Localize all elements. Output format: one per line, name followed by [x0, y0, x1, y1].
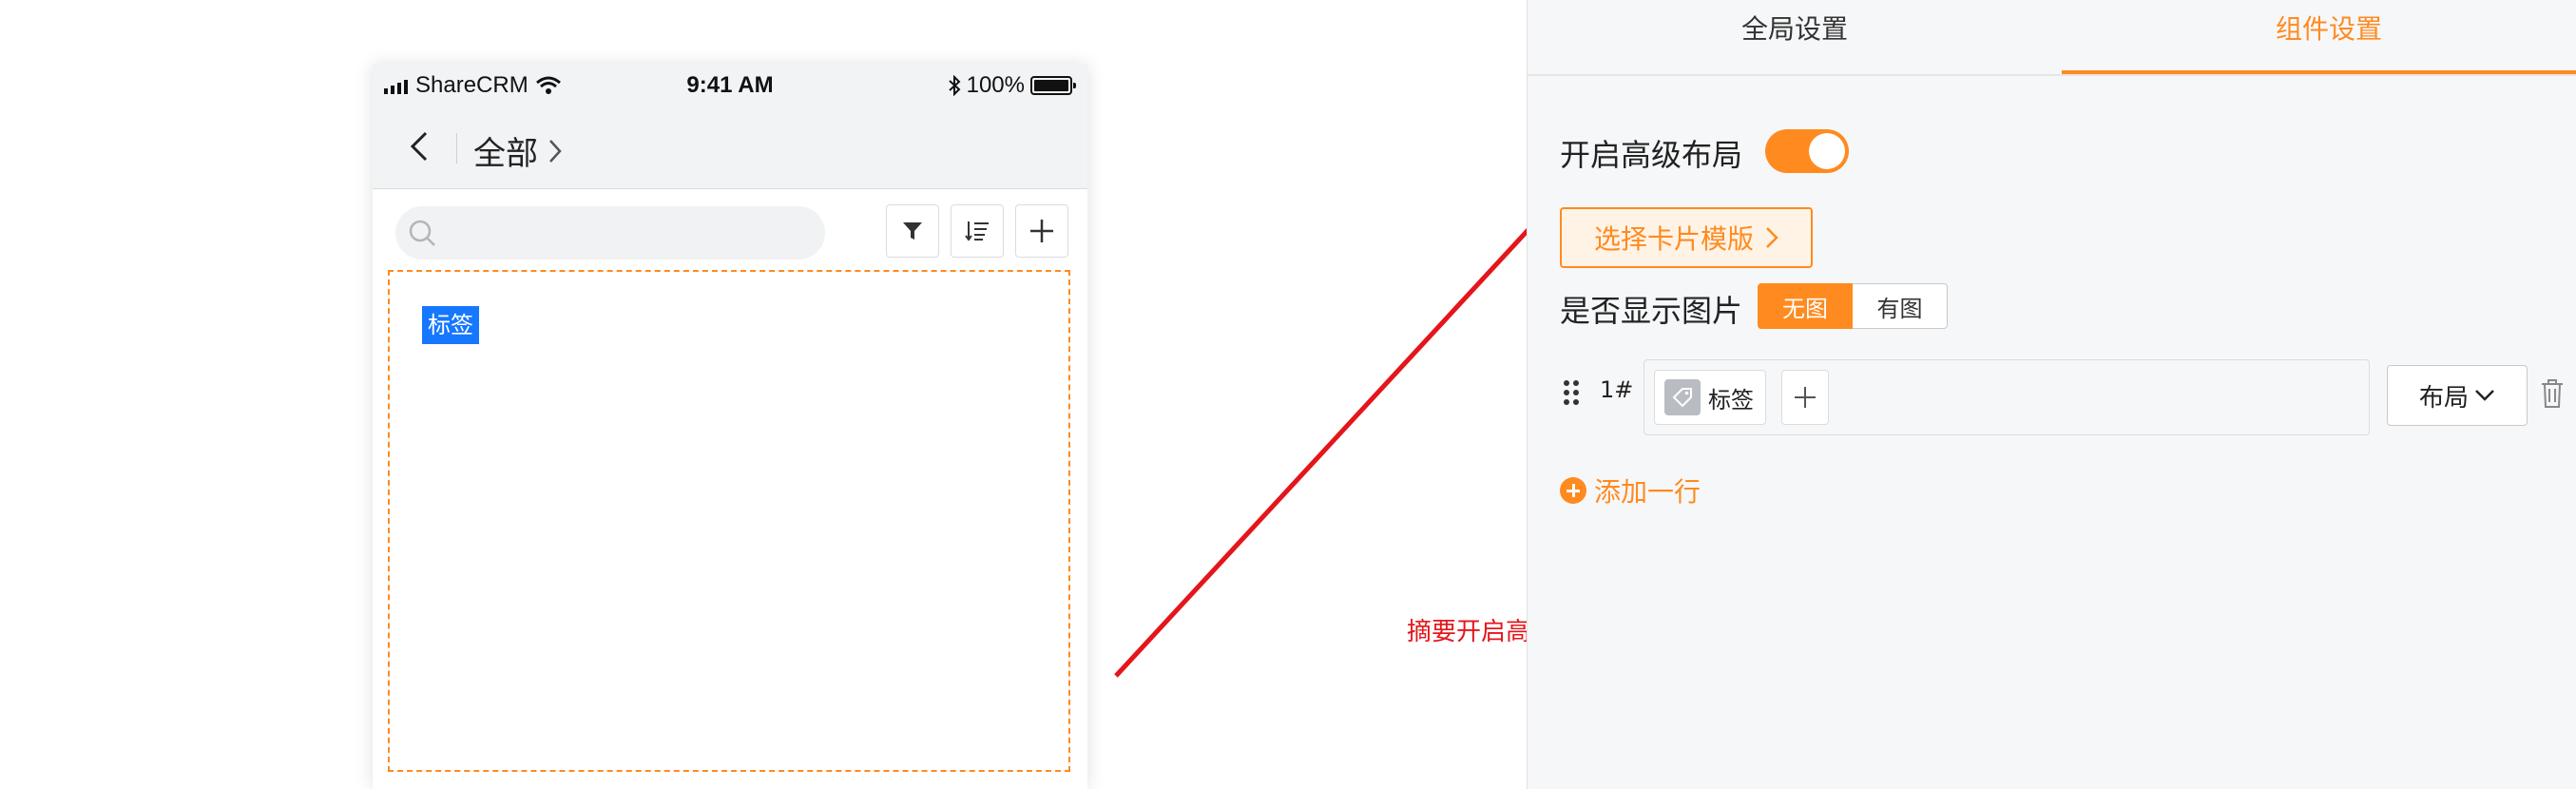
filter-button[interactable] — [886, 204, 939, 258]
sort-icon — [965, 221, 989, 241]
battery-percent: 100% — [966, 72, 1025, 98]
select-template-label: 选择卡片模版 — [1593, 223, 1754, 255]
show-image-toggle: 无图 有图 — [1758, 283, 1948, 329]
add-row-button[interactable]: 添加一行 — [1560, 471, 1701, 510]
tag-icon — [1664, 379, 1701, 415]
option-with-image[interactable]: 有图 — [1853, 283, 1948, 329]
battery-icon — [1030, 76, 1076, 95]
back-icon[interactable] — [401, 127, 439, 165]
field-chip-label: 标签 — [1708, 386, 1754, 414]
settings-panel: 全局设置 组件设置 开启高级布局 选择卡片模版 是否显示图片 无图 有图 1# … — [1527, 0, 2576, 789]
bluetooth-icon — [948, 75, 961, 96]
search-input[interactable] — [443, 214, 817, 254]
status-bar: ShareCRM 9:41 AM 100% — [373, 65, 1087, 106]
plus-icon — [1795, 387, 1816, 408]
row-number: 1# — [1600, 376, 1634, 403]
search-toolbar — [373, 189, 1087, 275]
card-preview-area[interactable]: 标签 — [388, 270, 1070, 772]
row-fields-container: 标签 — [1644, 359, 2370, 435]
advanced-layout-label: 开启高级布局 — [1560, 137, 1743, 173]
add-button[interactable] — [1015, 204, 1068, 258]
select-template-button[interactable]: 选择卡片模版 — [1560, 207, 1813, 268]
add-icon — [1030, 220, 1053, 242]
add-row-label: 添加一行 — [1594, 476, 1701, 508]
toggle-knob — [1809, 133, 1845, 169]
tag-chip: 标签 — [422, 306, 479, 344]
search-icon — [409, 220, 435, 246]
plus-circle-icon — [1560, 477, 1586, 504]
advanced-layout-toggle[interactable] — [1765, 129, 1849, 173]
search-box[interactable] — [395, 206, 825, 260]
nav-title-label: 全部 — [473, 135, 538, 173]
show-image-label: 是否显示图片 — [1560, 293, 1743, 329]
field-chip[interactable]: 标签 — [1654, 370, 1766, 425]
mobile-preview: ShareCRM 9:41 AM 100% 全部 标签 — [373, 65, 1087, 789]
nav-divider — [456, 133, 457, 164]
chevron-right-icon — [1766, 227, 1778, 248]
chevron-down-icon — [2475, 390, 2494, 401]
tab-component-settings[interactable]: 组件设置 — [2062, 0, 2576, 74]
layout-dropdown[interactable]: 布局 — [2387, 365, 2528, 426]
nav-bar: 全部 — [373, 106, 1087, 189]
settings-tabs: 全局设置 组件设置 — [1528, 0, 2576, 76]
filter-icon — [903, 222, 922, 240]
trash-icon[interactable] — [2539, 378, 2566, 409]
nav-scope-selector[interactable]: 全部 — [473, 127, 563, 174]
sort-button[interactable] — [951, 204, 1004, 258]
drag-handle-icon[interactable] — [1562, 378, 1581, 407]
tab-global-settings[interactable]: 全局设置 — [1528, 0, 2062, 74]
option-no-image[interactable]: 无图 — [1758, 283, 1853, 329]
chevron-right-icon — [549, 139, 562, 163]
add-field-button[interactable] — [1781, 370, 1829, 425]
layout-dropdown-label: 布局 — [2418, 383, 2469, 413]
